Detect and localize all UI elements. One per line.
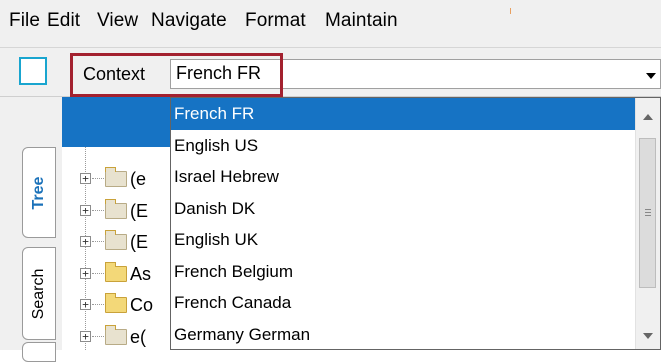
expand-icon[interactable]: + (80, 299, 91, 310)
tree-connector (92, 178, 104, 179)
dropdown-scrollbar[interactable] (635, 98, 660, 349)
grip-line (645, 215, 651, 216)
expand-icon[interactable]: + (80, 331, 91, 342)
expand-icon[interactable]: + (80, 236, 91, 247)
square-icon[interactable] (19, 57, 47, 85)
tree-node-label: e( (130, 327, 147, 347)
grip-line (645, 209, 651, 210)
menu-edit[interactable]: Edit (47, 10, 80, 32)
folder-icon (105, 262, 127, 282)
tree-node-label: Co (130, 295, 154, 315)
menu-view[interactable]: View (97, 10, 138, 32)
dropdown-option[interactable]: French Canada (171, 287, 636, 319)
folder-icon (105, 325, 127, 345)
dropdown-option[interactable]: Israel Hebrew (171, 161, 636, 193)
menu-navigate[interactable]: Navigate (151, 10, 227, 32)
tab-partial[interactable] (22, 342, 56, 362)
context-dropdown-list: French FR English US Israel Hebrew Danis… (170, 97, 661, 350)
expand-icon[interactable]: + (80, 205, 91, 216)
scroll-thumb[interactable] (639, 138, 656, 288)
menu-maintain[interactable]: Maintain (325, 10, 398, 32)
tree-node-label: (e (130, 169, 147, 189)
chevron-down-icon[interactable] (646, 73, 656, 79)
dropdown-option[interactable]: English UK (171, 224, 636, 256)
tab-tree-label: Tree (30, 176, 47, 209)
expand-icon[interactable]: + (80, 268, 91, 279)
tree-connector (92, 273, 104, 274)
tree-connector (92, 336, 104, 337)
tree-node-label: (E (130, 201, 148, 221)
expand-icon[interactable]: + (80, 173, 91, 184)
scroll-up-icon[interactable] (643, 114, 653, 120)
dropdown-option[interactable]: French FR (171, 98, 636, 130)
tree-selected-row[interactable] (62, 97, 172, 147)
tab-tree[interactable]: Tree (22, 147, 56, 238)
folder-icon (105, 293, 127, 313)
tree-connector (92, 210, 104, 211)
dropdown-option[interactable]: Germany German (171, 319, 636, 351)
tab-search-label: Search (30, 268, 47, 319)
folder-icon (105, 199, 127, 219)
tree-connector (92, 241, 104, 242)
menu-separator-mark (510, 8, 511, 14)
scroll-down-icon[interactable] (643, 333, 653, 339)
menu-file[interactable]: File (9, 10, 40, 32)
context-highlight-box (70, 53, 283, 97)
grip-line (645, 212, 651, 213)
tree-connector (92, 304, 104, 305)
dropdown-option[interactable]: English US (171, 130, 636, 162)
dropdown-option[interactable]: French Belgium (171, 256, 636, 288)
folder-icon (105, 230, 127, 250)
tab-search[interactable]: Search (22, 247, 56, 340)
dropdown-options: French FR English US Israel Hebrew Danis… (171, 98, 636, 350)
dropdown-option[interactable]: Danish DK (171, 193, 636, 225)
menu-bar: File Edit View Navigate Format Maintain (0, 0, 661, 48)
tree-node-label: As (130, 264, 152, 284)
folder-icon (105, 167, 127, 187)
tree-node-label: (E (130, 232, 148, 252)
menu-format[interactable]: Format (245, 10, 306, 32)
